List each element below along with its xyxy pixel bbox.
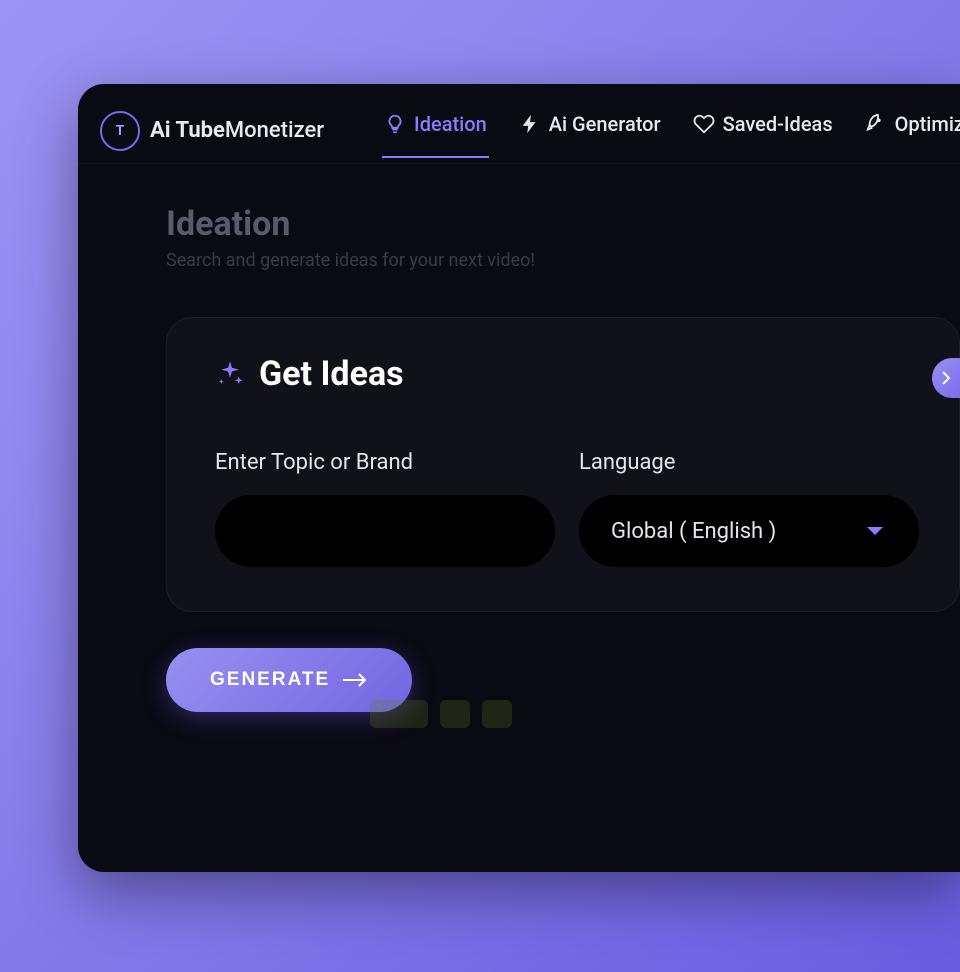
card-title: Get Ideas bbox=[259, 354, 404, 394]
logo-text: Ai TubeMonetizer bbox=[150, 118, 324, 143]
nav-ideation[interactable]: Ideation bbox=[382, 104, 489, 158]
nav-label: Saved-Ideas bbox=[723, 112, 833, 136]
language-value: Global ( English ) bbox=[611, 519, 776, 544]
page-title: Ideation bbox=[166, 204, 960, 244]
language-label: Language bbox=[579, 450, 919, 475]
language-select[interactable]: Global ( English ) bbox=[579, 495, 919, 567]
heart-icon bbox=[693, 113, 715, 135]
logo[interactable]: T Ai TubeMonetizer bbox=[100, 111, 324, 151]
topic-label: Enter Topic or Brand bbox=[215, 450, 555, 475]
generate-label: GENERATE bbox=[210, 669, 330, 691]
language-field: Language Global ( English ) bbox=[579, 450, 919, 567]
nav-saved[interactable]: Saved-Ideas bbox=[691, 104, 835, 158]
arrow-right-icon bbox=[342, 671, 368, 689]
nav-label: Optimiz bbox=[895, 112, 960, 136]
chevron-down-icon bbox=[867, 527, 883, 535]
nav-label: Ideation bbox=[414, 112, 487, 136]
page-subtitle: Search and generate ideas for your next … bbox=[166, 250, 960, 271]
get-ideas-card: Get Ideas Enter Topic or Brand Language … bbox=[166, 317, 960, 612]
topic-field: Enter Topic or Brand bbox=[215, 450, 555, 567]
nav-label: Ai Generator bbox=[549, 112, 661, 136]
app-window: T Ai TubeMonetizer Ideation Ai Generator… bbox=[78, 84, 960, 872]
bolt-icon bbox=[519, 113, 541, 135]
topic-input[interactable] bbox=[215, 495, 555, 567]
topbar: T Ai TubeMonetizer Ideation Ai Generator… bbox=[78, 84, 960, 164]
nav-optimize[interactable]: Optimiz bbox=[863, 104, 960, 158]
chevron-right-icon bbox=[941, 370, 951, 386]
background-tiles bbox=[370, 700, 512, 728]
content: Ideation Search and generate ideas for y… bbox=[78, 164, 960, 712]
nav-generator[interactable]: Ai Generator bbox=[517, 104, 663, 158]
sparkle-icon bbox=[215, 359, 245, 389]
logo-mark-icon: T bbox=[100, 111, 140, 151]
rocket-icon bbox=[865, 113, 887, 135]
lightbulb-icon bbox=[384, 113, 406, 135]
